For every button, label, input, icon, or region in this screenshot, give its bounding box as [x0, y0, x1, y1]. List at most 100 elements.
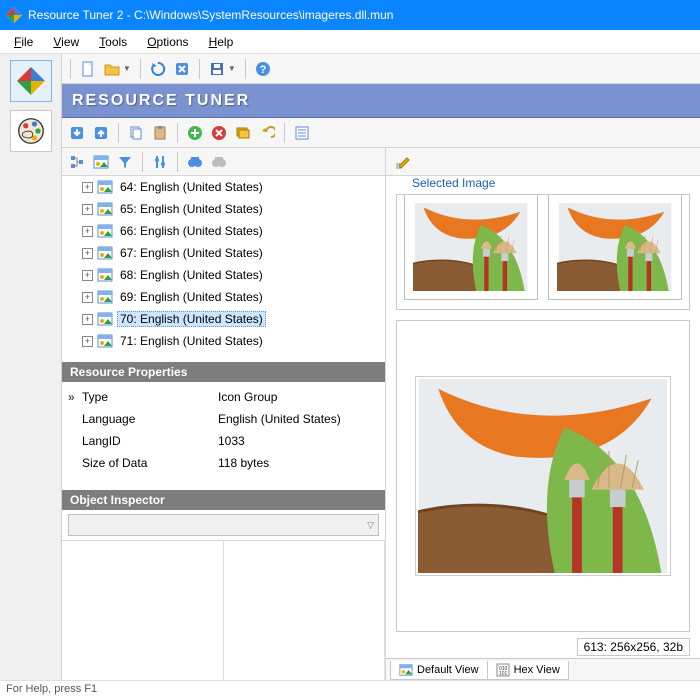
tree-item[interactable]: + 68: English (United States) — [62, 264, 385, 286]
inspector-body — [62, 540, 385, 680]
app-icon — [6, 7, 22, 23]
tree-item-label: 65: English (United States) — [117, 201, 266, 217]
secondary-toolbar — [62, 118, 700, 148]
expand-icon[interactable]: + — [82, 248, 93, 259]
close-file-button[interactable] — [171, 58, 193, 80]
filter-button[interactable] — [114, 151, 136, 173]
property-row: »TypeIcon Group — [68, 386, 379, 408]
remove-button[interactable] — [208, 122, 230, 144]
tree-item[interactable]: + 64: English (United States) — [62, 176, 385, 198]
menu-help[interactable]: Help — [201, 32, 242, 52]
expand-icon[interactable]: + — [82, 226, 93, 237]
image-node-icon — [97, 201, 113, 217]
tree-item[interactable]: + 66: English (United States) — [62, 220, 385, 242]
menu-view[interactable]: View — [45, 32, 87, 52]
dropdown-icon[interactable]: ▼ — [228, 64, 236, 73]
dropdown-icon[interactable]: ▼ — [123, 64, 131, 73]
arrow-down-box-icon — [69, 125, 85, 141]
edit-image-button[interactable] — [392, 151, 414, 173]
tree-icon — [69, 154, 85, 170]
tab-default-view[interactable]: Default View — [390, 661, 488, 680]
inspector-header: Object Inspector — [62, 490, 385, 510]
expand-icon[interactable]: + — [82, 270, 93, 281]
image-icon — [93, 154, 109, 170]
undo-icon — [259, 125, 275, 141]
tree-item[interactable]: + 67: English (United States) — [62, 242, 385, 264]
find-button[interactable] — [184, 151, 206, 173]
copy-icon — [128, 125, 144, 141]
save-icon — [209, 61, 225, 77]
image-view-button[interactable] — [90, 151, 112, 173]
rail-resources-button[interactable] — [10, 60, 52, 102]
selected-image-label: Selected Image — [408, 176, 499, 190]
app-icon — [17, 67, 45, 95]
expand-icon[interactable]: + — [82, 336, 93, 347]
banner: RESOURCE TUNER — [62, 84, 700, 118]
tree-view-button[interactable] — [66, 151, 88, 173]
tree-item[interactable]: + 70: English (United States) — [62, 308, 385, 330]
new-file-button[interactable] — [77, 58, 99, 80]
menu-file[interactable]: File — [6, 32, 41, 52]
refresh-button[interactable] — [147, 58, 169, 80]
stack-icon — [235, 125, 251, 141]
property-row: Size of Data118 bytes — [68, 452, 379, 474]
find-next-button[interactable] — [208, 151, 230, 173]
menu-tools[interactable]: Tools — [91, 32, 135, 52]
resource-tree[interactable]: + 64: English (United States)+ 65: Engli… — [62, 176, 385, 362]
expand-icon[interactable]: + — [82, 182, 93, 193]
property-key: LangID — [82, 434, 218, 448]
property-key: Language — [82, 412, 218, 426]
titlebar: Resource Tuner 2 - C:\Windows\SystemReso… — [0, 0, 700, 30]
tree-toolbar — [62, 148, 385, 176]
image-node-icon — [97, 179, 113, 195]
selected-image-group: Selected Image — [396, 182, 690, 310]
open-file-button[interactable] — [101, 58, 123, 80]
plus-circle-icon — [187, 125, 203, 141]
save-button[interactable] — [206, 58, 228, 80]
preview-toolbar — [386, 148, 700, 176]
paint-icon — [418, 379, 668, 573]
paste-icon — [152, 125, 168, 141]
property-value: English (United States) — [218, 412, 379, 426]
hex-icon: 010101 — [496, 663, 510, 677]
batch-button[interactable] — [232, 122, 254, 144]
copy-button[interactable] — [125, 122, 147, 144]
inspector-combo[interactable]: ▽ — [68, 514, 379, 536]
tree-item[interactable]: + 65: English (United States) — [62, 198, 385, 220]
tree-item-label: 68: English (United States) — [117, 267, 266, 283]
undo-button[interactable] — [256, 122, 278, 144]
binoculars-icon — [187, 154, 203, 170]
refresh-icon — [150, 61, 166, 77]
expand-icon[interactable]: + — [82, 292, 93, 303]
rail-palette-button[interactable] — [10, 110, 52, 152]
properties-header: Resource Properties — [62, 362, 385, 382]
expand-icon[interactable]: + — [82, 314, 93, 325]
tree-item[interactable]: + 69: English (United States) — [62, 286, 385, 308]
properties-button[interactable] — [291, 122, 313, 144]
help-icon: ? — [255, 61, 271, 77]
x-circle-icon — [211, 125, 227, 141]
tree-item[interactable]: + 71: English (United States) — [62, 330, 385, 352]
svg-text:?: ? — [259, 64, 266, 76]
export-down-button[interactable] — [66, 122, 88, 144]
window-title: Resource Tuner 2 - C:\Windows\SystemReso… — [28, 8, 393, 22]
menu-options[interactable]: Options — [139, 32, 196, 52]
paste-button[interactable] — [149, 122, 171, 144]
image-node-icon — [97, 311, 113, 327]
help-button[interactable]: ? — [252, 58, 274, 80]
chevron-down-icon: ▽ — [367, 520, 374, 531]
settings-button[interactable] — [149, 151, 171, 173]
folder-icon — [104, 61, 120, 77]
file-icon — [80, 61, 96, 77]
tree-item-label: 64: English (United States) — [117, 179, 266, 195]
tree-item-label: 69: English (United States) — [117, 289, 266, 305]
tab-hex-view[interactable]: 010101 Hex View — [487, 661, 569, 680]
list-icon — [294, 125, 310, 141]
property-value: 118 bytes — [218, 456, 379, 470]
export-up-button[interactable] — [90, 122, 112, 144]
arrow-up-box-icon — [93, 125, 109, 141]
add-button[interactable] — [184, 122, 206, 144]
properties-grid: »TypeIcon Group LanguageEnglish (United S… — [62, 382, 385, 478]
main-toolbar: ▼ ▼ ? — [62, 54, 700, 84]
expand-icon[interactable]: + — [82, 204, 93, 215]
